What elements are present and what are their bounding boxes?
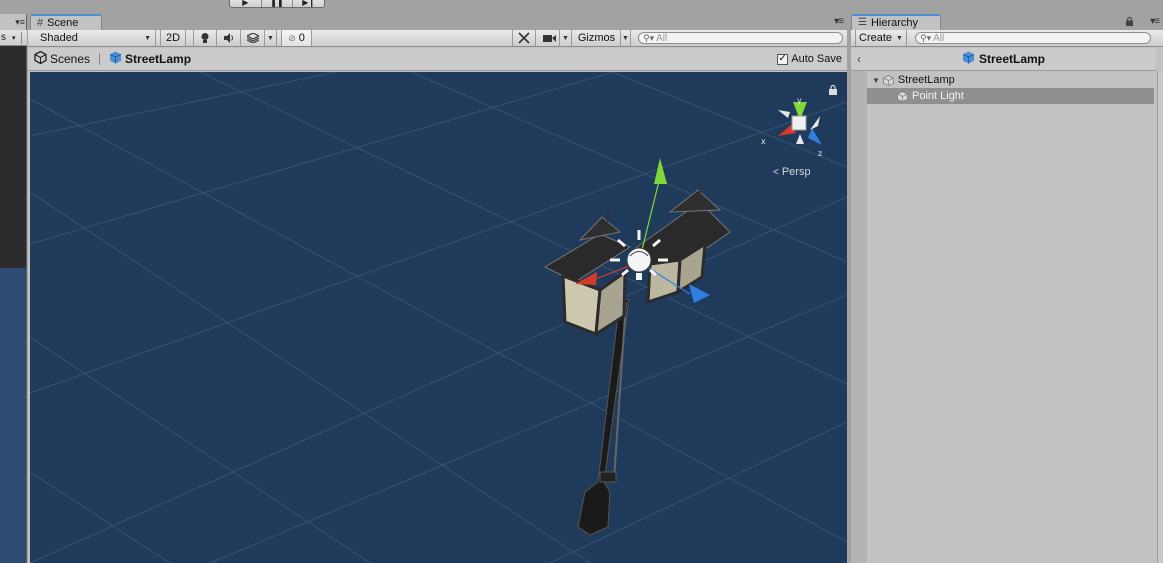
lightbulb-icon xyxy=(201,33,209,43)
left-panel-toolbar: s ▾ xyxy=(0,30,27,46)
scene-breadcrumb: Scenes StreetLamp ✓ Auto Save xyxy=(28,48,847,71)
pause-button[interactable]: ❚❚ xyxy=(262,0,294,7)
scene-search-placeholder: All xyxy=(656,32,668,44)
hierarchy-search-placeholder: All xyxy=(933,32,945,44)
layers-icon xyxy=(246,33,259,43)
chevron-down-icon: ▼ xyxy=(896,34,903,42)
grid-icon: # xyxy=(37,16,44,29)
pause-icon: ❚❚ xyxy=(270,0,284,7)
speaker-icon xyxy=(223,33,233,43)
left-panel: ▾≡ s ▾ xyxy=(0,14,27,563)
gameobject-cube-icon xyxy=(883,74,894,86)
breadcrumb-scenes-link[interactable]: Scenes xyxy=(50,52,90,66)
hierarchy-panel: ☰ Hierarchy ▾≡ Create ▼ ⚲▾ All ‹ StreetL… xyxy=(851,14,1163,563)
hierarchy-panel-menu-icon[interactable]: ▾≡ xyxy=(1150,16,1160,27)
view-orientation-gizmo[interactable]: y x z xyxy=(761,96,822,158)
left-panel-blue-area xyxy=(0,268,26,563)
tab-hierarchy[interactable]: ☰ Hierarchy xyxy=(851,14,941,30)
camera-button[interactable] xyxy=(540,30,560,46)
auto-save-toggle[interactable]: ✓ Auto Save xyxy=(777,53,842,65)
tab-scene[interactable]: # Scene xyxy=(30,14,102,30)
hierarchy-tree: ▼ StreetLamp Point Light xyxy=(851,71,1156,563)
gizmos-label: Gizmos xyxy=(577,32,616,44)
chevron-down-icon: ▼ xyxy=(622,34,629,42)
axis-label-x: x xyxy=(761,137,766,146)
lock-icon[interactable] xyxy=(829,84,837,98)
effects-dropdown[interactable]: ▼ xyxy=(265,30,277,46)
projection-toggle[interactable]: < Persp xyxy=(773,166,811,178)
hierarchy-scrollbar[interactable] xyxy=(1157,71,1163,563)
chevron-down-icon: ▼ xyxy=(562,34,569,42)
hidden-count: 0 xyxy=(298,32,305,44)
mode-2d-label: 2D xyxy=(165,32,181,44)
hierarchy-header: ‹ StreetLamp xyxy=(851,48,1156,71)
tools-icon xyxy=(518,32,530,44)
audio-toggle-button[interactable] xyxy=(217,30,241,46)
search-icon: ⚲▾ xyxy=(643,32,655,43)
gizmos-button[interactable]: Gizmos xyxy=(573,30,621,46)
left-panel-divider xyxy=(21,32,22,44)
auto-save-label: Auto Save xyxy=(791,53,842,65)
breadcrumb-divider xyxy=(99,53,101,65)
hierarchy-header-title: StreetLamp xyxy=(978,52,1046,66)
panel-lock-icon[interactable] xyxy=(1126,16,1133,29)
hierarchy-item-label: StreetLamp xyxy=(897,74,955,86)
scene-grid: y x z xyxy=(30,72,847,563)
scene-tabbar: # Scene ▾≡ xyxy=(28,14,847,30)
expand-triangle-icon[interactable]: ▼ xyxy=(872,76,880,85)
create-dropdown[interactable]: Create ▼ xyxy=(855,30,907,46)
step-button[interactable]: ▶❙ xyxy=(293,0,324,7)
auto-save-checkbox[interactable]: ✓ xyxy=(777,53,789,65)
left-panel-dark-area xyxy=(0,46,26,268)
breadcrumb-prefab-name[interactable]: StreetLamp xyxy=(125,52,191,66)
camera-icon xyxy=(543,34,556,42)
hierarchy-item-label: Point Light xyxy=(912,90,964,102)
left-panel-menu-icon[interactable]: ▾≡ xyxy=(0,14,27,30)
chevron-down-icon: ▼ xyxy=(144,34,151,42)
hierarchy-item-point-light[interactable]: Point Light xyxy=(851,88,1154,104)
lighting-toggle-button[interactable] xyxy=(193,30,217,46)
create-label: Create xyxy=(859,32,893,44)
hierarchy-toolbar: Create ▼ ⚲▾ All xyxy=(851,30,1163,47)
list-icon: ☰ xyxy=(858,17,867,28)
step-icon: ▶❙ xyxy=(302,0,316,7)
axis-label-y: y xyxy=(797,96,802,105)
playmode-controls: ▶ ❚❚ ▶❙ xyxy=(229,0,325,8)
hierarchy-item-streetlamp[interactable]: ▼ StreetLamp xyxy=(851,72,1154,88)
scene-tools-button[interactable] xyxy=(512,30,536,46)
prefab-cube-icon xyxy=(962,51,975,67)
hierarchy-search-input[interactable]: ⚲▾ All xyxy=(915,32,1151,44)
scene-panel: # Scene ▾≡ Shaded ▼ 2D ▼ ⊘ 0 ▼ Gizmos ▼ … xyxy=(28,14,847,563)
camera-dropdown[interactable]: ▼ xyxy=(560,30,572,46)
play-button[interactable]: ▶ xyxy=(230,0,262,7)
hierarchy-tabbar: ☰ Hierarchy ▾≡ xyxy=(851,14,1163,30)
shading-mode-dropdown[interactable]: Shaded ▼ xyxy=(34,30,156,46)
tab-scene-label: Scene xyxy=(47,16,79,29)
projection-label: Persp xyxy=(781,166,811,178)
search-icon: ⚲▾ xyxy=(920,32,932,43)
shading-mode-label: Shaded xyxy=(40,32,78,44)
scene-search-input[interactable]: ⚲▾ All xyxy=(638,32,843,44)
effects-toggle-button[interactable] xyxy=(241,30,265,46)
perspective-icon: < xyxy=(773,166,779,178)
play-icon: ▶ xyxy=(242,0,249,7)
axis-label-z: z xyxy=(818,149,822,158)
mode-2d-button[interactable]: 2D xyxy=(160,30,186,46)
top-toolbar-strip: ▶ ❚❚ ▶❙ xyxy=(0,0,1163,14)
prefab-cube-icon xyxy=(109,51,122,67)
unity-logo-icon xyxy=(34,50,47,67)
left-panel-dropdown-icon[interactable]: ▾ xyxy=(12,34,16,42)
tab-hierarchy-label: Hierarchy xyxy=(870,16,919,29)
scene-panel-menu-icon[interactable]: ▾≡ xyxy=(834,16,844,27)
hierarchy-gutter xyxy=(851,71,867,563)
scene-viewport[interactable]: y x z < Persp xyxy=(30,72,847,563)
back-chevron-icon[interactable]: ‹ xyxy=(857,52,861,66)
hidden-objects-toggle[interactable]: ⊘ 0 xyxy=(281,30,312,46)
scene-toolbar: Shaded ▼ 2D ▼ ⊘ 0 ▼ Gizmos ▼ ⚲▾ All xyxy=(28,30,847,47)
hidden-eye-icon: ⊘ xyxy=(288,32,296,43)
gizmos-dropdown[interactable]: ▼ xyxy=(621,30,631,46)
left-panel-toolbar-text: s xyxy=(1,32,6,43)
gameobject-cube-icon xyxy=(897,90,908,102)
chevron-down-icon: ▼ xyxy=(267,34,274,42)
